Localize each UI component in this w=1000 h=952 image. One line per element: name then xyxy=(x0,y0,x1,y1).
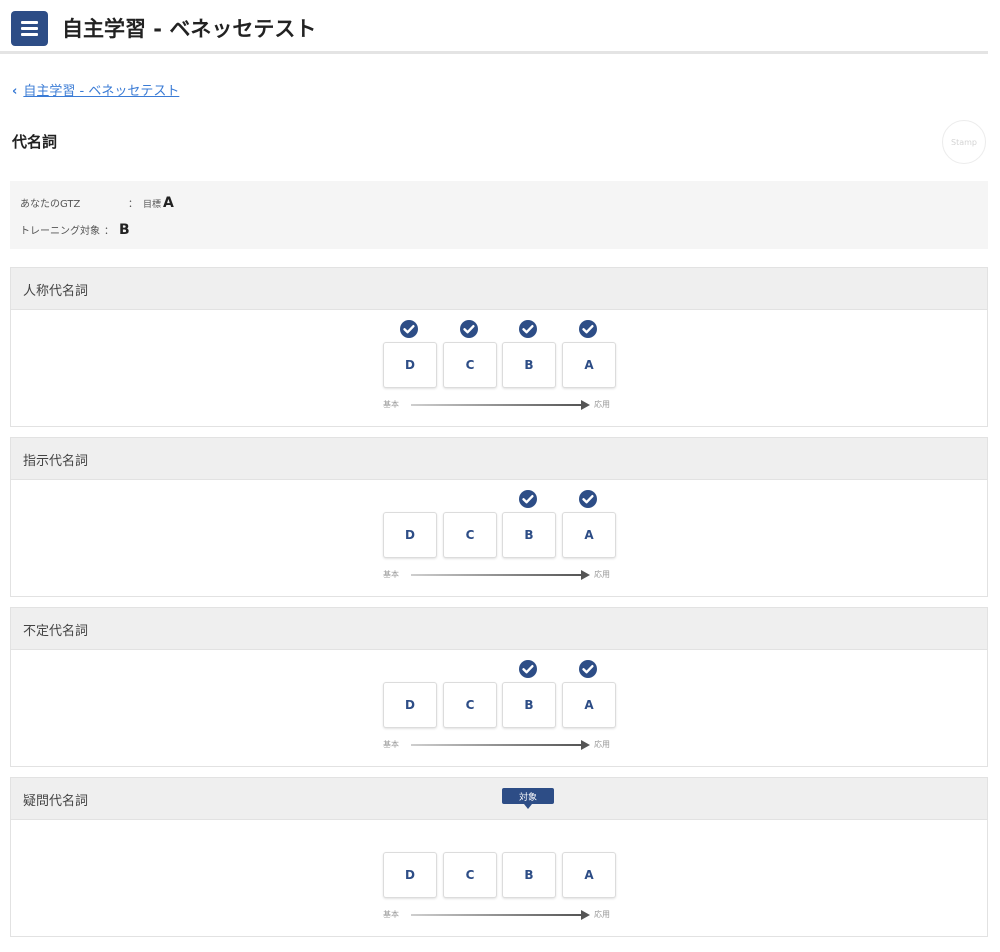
level-button-b[interactable]: B xyxy=(502,512,556,558)
axis-line xyxy=(411,574,581,576)
axis-end-label: 応用 xyxy=(594,910,610,919)
axis-start-label: 基本 xyxy=(383,400,399,409)
breadcrumb-link[interactable]: 自主学習 - ベネッセテスト xyxy=(23,84,179,99)
check-icon xyxy=(519,320,537,338)
level-section: 不定代名詞 D C B A 基本 応用 xyxy=(10,607,988,767)
level-button-d[interactable]: D xyxy=(383,342,437,388)
level-button-a[interactable]: A xyxy=(562,512,616,558)
level-section: 指示代名詞 D C B A 基本 応用 xyxy=(10,437,988,597)
level-button-d[interactable]: D xyxy=(383,852,437,898)
page-title: 代名詞 xyxy=(12,133,58,151)
arrow-right-icon xyxy=(581,740,590,750)
gtz-row: あなたのGTZ ： 目標 A xyxy=(20,195,174,211)
arrow-right-icon xyxy=(581,910,590,920)
section-title: 指示代名詞 xyxy=(23,454,89,469)
axis-end-label: 応用 xyxy=(594,400,610,409)
hamburger-menu-icon[interactable] xyxy=(11,11,48,46)
gtz-separator: ： xyxy=(128,199,138,210)
training-row: トレーニング対象 ： B xyxy=(20,222,130,238)
level-button-c[interactable]: C xyxy=(443,342,497,388)
level-button-a[interactable]: A xyxy=(562,852,616,898)
level-button-b[interactable]: B xyxy=(502,852,556,898)
level-button-d[interactable]: D xyxy=(383,682,437,728)
check-icon xyxy=(460,320,478,338)
target-badge: 対象 xyxy=(502,788,554,809)
gtz-value: A xyxy=(163,195,174,211)
level-button-a[interactable]: A xyxy=(562,682,616,728)
check-icon xyxy=(519,660,537,678)
chevron-left-icon[interactable]: ‹ xyxy=(12,84,17,99)
level-button-b[interactable]: B xyxy=(502,682,556,728)
training-separator: ： xyxy=(104,226,114,237)
axis-start-label: 基本 xyxy=(383,740,399,749)
axis-start-label: 基本 xyxy=(383,570,399,579)
training-value: B xyxy=(119,222,130,238)
header-divider xyxy=(0,51,988,54)
section-title: 不定代名詞 xyxy=(23,624,89,639)
level-button-c[interactable]: C xyxy=(443,852,497,898)
section-title: 人称代名詞 xyxy=(23,284,89,299)
arrow-right-icon xyxy=(581,400,590,410)
section-header: 疑問代名詞 xyxy=(11,778,987,820)
level-button-d[interactable]: D xyxy=(383,512,437,558)
gtz-info-panel: あなたのGTZ ： 目標 A トレーニング対象 ： B xyxy=(10,181,988,249)
breadcrumb: ‹ 自主学習 - ベネッセテスト xyxy=(12,80,179,99)
check-icon xyxy=(579,490,597,508)
axis-end-label: 応用 xyxy=(594,740,610,749)
check-icon xyxy=(519,490,537,508)
section-header: 不定代名詞 xyxy=(11,608,987,650)
section-header: 指示代名詞 xyxy=(11,438,987,480)
level-section: 疑問代名詞 D C B A 対象基本 応用 xyxy=(10,777,988,937)
app-header: 自主学習 - ベネッセテスト xyxy=(0,0,1000,56)
level-button-c[interactable]: C xyxy=(443,682,497,728)
level-button-a[interactable]: A xyxy=(562,342,616,388)
axis-line xyxy=(411,404,581,406)
axis-end-label: 応用 xyxy=(594,570,610,579)
check-icon xyxy=(579,320,597,338)
arrow-right-icon xyxy=(581,570,590,580)
level-button-b[interactable]: B xyxy=(502,342,556,388)
app-title: 自主学習 - ベネッセテスト xyxy=(62,17,317,41)
axis-line xyxy=(411,744,581,746)
section-title: 疑問代名詞 xyxy=(23,794,89,809)
gtz-label: あなたのGTZ xyxy=(20,199,81,210)
axis-line xyxy=(411,914,581,916)
stamp-badge[interactable]: Stamp xyxy=(942,120,986,164)
level-section: 人称代名詞 D C B A 基本 応用 xyxy=(10,267,988,427)
level-button-c[interactable]: C xyxy=(443,512,497,558)
check-icon xyxy=(400,320,418,338)
section-header: 人称代名詞 xyxy=(11,268,987,310)
axis-start-label: 基本 xyxy=(383,910,399,919)
check-icon xyxy=(579,660,597,678)
gtz-prefix: 目標 xyxy=(143,200,162,210)
training-label: トレーニング対象 xyxy=(20,226,100,237)
